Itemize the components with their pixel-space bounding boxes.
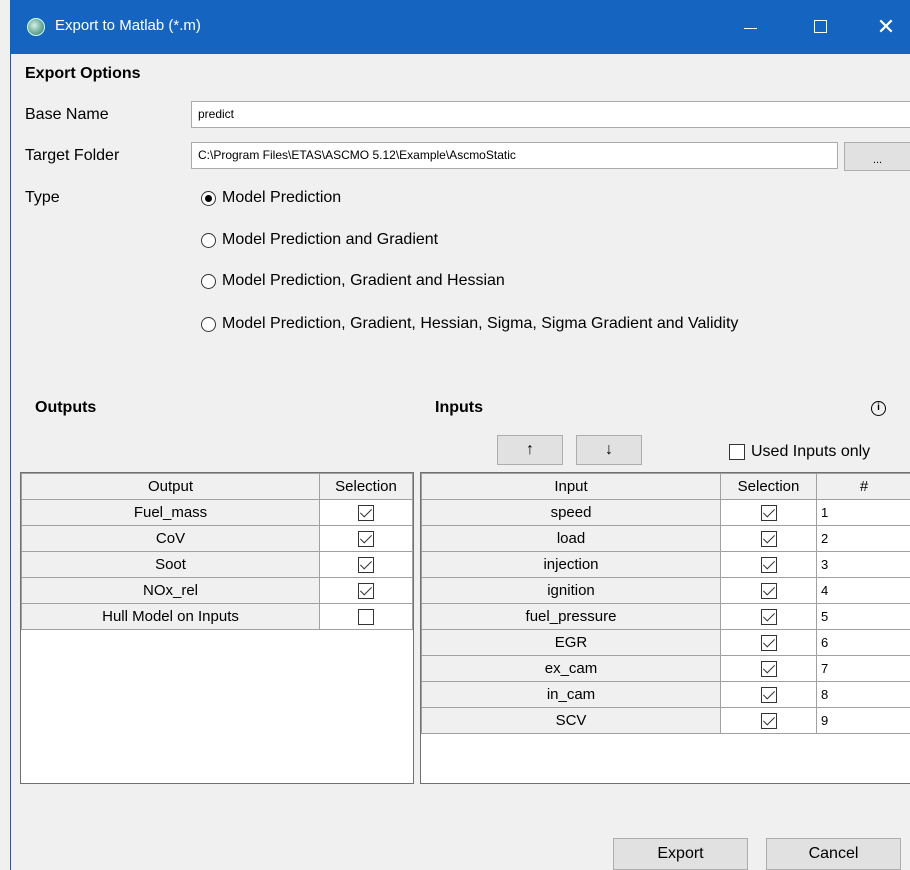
inputs-table: Input Selection # speed 1 load 2 injecti… xyxy=(421,473,910,734)
radio-icon xyxy=(201,232,216,248)
output-selection-checkbox[interactable] xyxy=(358,505,374,522)
title-bar: Export to Matlab (*.m) ✕ xyxy=(11,0,910,54)
input-selection-checkbox[interactable] xyxy=(760,557,777,574)
input-name[interactable]: injection xyxy=(421,551,721,578)
outputs-heading: Outputs xyxy=(35,399,97,416)
input-name[interactable]: ex_cam xyxy=(421,655,721,682)
table-row: speed 1 xyxy=(421,499,910,526)
window-title: Export to Matlab (*.m) xyxy=(55,17,201,34)
input-index: 5 xyxy=(816,603,910,630)
input-selection-checkbox[interactable] xyxy=(760,635,777,652)
outputs-table: Output Selection Fuel_mass CoV Soot NOx_… xyxy=(21,473,413,630)
close-button[interactable]: ✕ xyxy=(863,0,909,54)
table-row: injection 3 xyxy=(421,551,910,578)
table-row: Soot xyxy=(21,551,413,578)
radio-icon xyxy=(201,273,216,289)
type-option-model-prediction[interactable]: Model Prediction xyxy=(201,187,341,209)
input-selection-checkbox[interactable] xyxy=(760,505,777,522)
info-icon[interactable]: i xyxy=(871,401,886,416)
input-index: 3 xyxy=(816,551,910,578)
input-name[interactable]: EGR xyxy=(421,629,721,656)
export-button[interactable]: Export xyxy=(613,838,748,870)
input-name[interactable]: fuel_pressure xyxy=(421,603,721,630)
input-index: 6 xyxy=(816,629,910,656)
input-index: 9 xyxy=(816,707,910,734)
base-name-label: Base Name xyxy=(25,106,109,123)
radio-icon xyxy=(201,316,216,332)
type-option-prediction-gradient[interactable]: Model Prediction and Gradient xyxy=(201,229,438,251)
type-option-label: Model Prediction and Gradient xyxy=(222,231,439,248)
minimize-button[interactable] xyxy=(727,0,773,54)
type-option-label: Model Prediction, Gradient and Hessian xyxy=(222,272,505,289)
input-selection-checkbox[interactable] xyxy=(760,531,777,548)
input-index: 4 xyxy=(816,577,910,604)
input-index: 7 xyxy=(816,655,910,682)
type-option-prediction-gradient-hessian[interactable]: Model Prediction, Gradient and Hessian xyxy=(201,270,505,292)
output-name[interactable]: NOx_rel xyxy=(21,577,320,604)
input-selection-checkbox[interactable] xyxy=(760,713,777,730)
selection-column-header[interactable]: Selection xyxy=(720,473,817,500)
input-selection-checkbox[interactable] xyxy=(760,609,777,626)
table-row: Fuel_mass xyxy=(21,499,413,526)
base-name-input[interactable]: predict xyxy=(191,101,910,128)
output-name[interactable]: Fuel_mass xyxy=(21,499,320,526)
table-row: ex_cam 7 xyxy=(421,655,910,682)
table-row: ignition 4 xyxy=(421,577,910,604)
output-selection-checkbox[interactable] xyxy=(358,609,374,626)
input-name[interactable]: load xyxy=(421,525,721,552)
ascmo-app-icon xyxy=(27,18,45,36)
input-name[interactable]: speed xyxy=(421,499,721,526)
maximize-icon xyxy=(813,20,827,34)
target-folder-input[interactable]: C:\Program Files\ETAS\ASCMO 5.12\Example… xyxy=(191,142,838,169)
input-name[interactable]: SCV xyxy=(421,707,721,734)
table-row: load 2 xyxy=(421,525,910,552)
type-option-label: Model Prediction xyxy=(222,189,342,206)
output-column-header[interactable]: Output xyxy=(21,473,320,500)
radio-selected-icon xyxy=(201,190,216,206)
export-options-heading: Export Options xyxy=(25,65,141,82)
input-name[interactable]: in_cam xyxy=(421,681,721,708)
checkbox-icon xyxy=(729,444,745,460)
output-name[interactable]: Soot xyxy=(21,551,320,578)
table-row: CoV xyxy=(21,525,413,552)
input-index: 2 xyxy=(816,525,910,552)
table-row: NOx_rel xyxy=(21,577,413,604)
type-label: Type xyxy=(25,189,60,206)
output-selection-checkbox[interactable] xyxy=(358,531,374,548)
output-selection-checkbox[interactable] xyxy=(358,557,374,574)
move-down-button[interactable]: ↓ xyxy=(576,435,642,465)
input-column-header[interactable]: Input xyxy=(421,473,721,500)
table-row: SCV 9 xyxy=(421,707,910,734)
outputs-table-panel: Output Selection Fuel_mass CoV Soot NOx_… xyxy=(20,472,414,784)
input-name[interactable]: ignition xyxy=(421,577,721,604)
table-row: fuel_pressure 5 xyxy=(421,603,910,630)
inputs-table-panel: Input Selection # speed 1 load 2 injecti… xyxy=(420,472,910,784)
input-index: 8 xyxy=(816,681,910,708)
cancel-button[interactable]: Cancel xyxy=(766,838,901,870)
minimize-icon xyxy=(743,27,757,29)
table-row: Hull Model on Inputs xyxy=(21,603,413,630)
move-up-button[interactable]: ↑ xyxy=(497,435,563,465)
index-column-header[interactable]: # xyxy=(816,473,910,500)
input-selection-checkbox[interactable] xyxy=(760,687,777,704)
used-inputs-only-label: Used Inputs only xyxy=(751,443,871,460)
type-option-label: Model Prediction, Gradient, Hessian, Sig… xyxy=(222,315,739,332)
input-selection-checkbox[interactable] xyxy=(760,661,777,678)
output-name[interactable]: CoV xyxy=(21,525,320,552)
output-selection-checkbox[interactable] xyxy=(358,583,374,600)
table-row: EGR 6 xyxy=(421,629,910,656)
export-dialog: Export to Matlab (*.m) ✕ Export Options … xyxy=(10,0,910,870)
close-icon: ✕ xyxy=(876,14,896,39)
used-inputs-only-checkbox[interactable]: Used Inputs only xyxy=(729,442,870,462)
target-folder-label: Target Folder xyxy=(25,147,120,164)
input-index: 1 xyxy=(816,499,910,526)
output-name[interactable]: Hull Model on Inputs xyxy=(21,603,320,630)
table-row: in_cam 8 xyxy=(421,681,910,708)
input-selection-checkbox[interactable] xyxy=(760,583,777,600)
maximize-button[interactable] xyxy=(797,0,843,54)
inputs-heading: Inputs xyxy=(435,399,483,416)
browse-folder-button[interactable]: ... xyxy=(844,142,910,171)
selection-column-header[interactable]: Selection xyxy=(319,473,413,500)
type-option-full-validity[interactable]: Model Prediction, Gradient, Hessian, Sig… xyxy=(201,313,738,335)
